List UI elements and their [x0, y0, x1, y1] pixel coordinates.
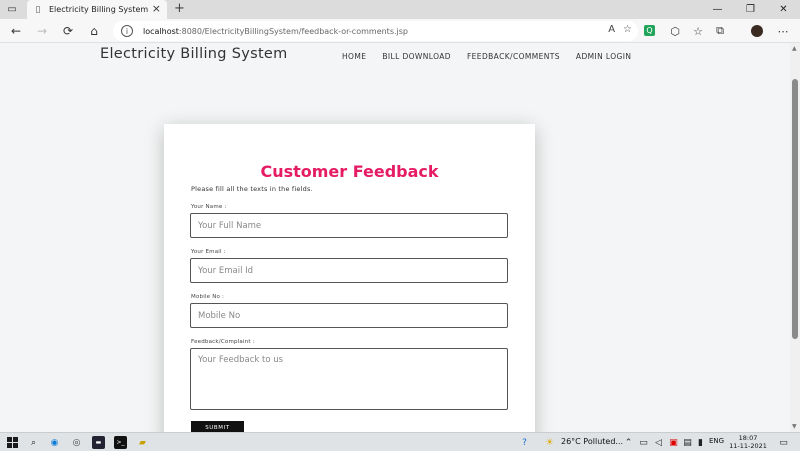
tray-overflow-icon[interactable]: ⌃	[622, 436, 635, 449]
browser-toolbar: ← → ⟳ ⌂ i localhost:8080/ElectricityBill…	[0, 19, 800, 43]
console-app-icon[interactable]: >_	[114, 436, 127, 449]
obs-app-icon[interactable]: ◎	[70, 436, 83, 449]
nav-home[interactable]: HOME	[342, 52, 366, 61]
folder-app-icon[interactable]: ▰	[136, 436, 149, 449]
mobile-label: Mobile No :	[191, 294, 225, 300]
form-subheading: Please fill all the texts in the fields.	[191, 185, 313, 193]
weather-text[interactable]: 26°C Polluted...	[561, 437, 623, 446]
tab-actions-icon[interactable]: ▭	[6, 3, 18, 15]
address-bar[interactable]: i localhost:8080/ElectricityBillingSyste…	[113, 21, 638, 41]
info-icon[interactable]: i	[121, 25, 133, 37]
extension-icon[interactable]: ⬡	[667, 23, 683, 39]
start-button[interactable]	[6, 436, 19, 449]
feedback-card: Customer Feedback Please fill all the te…	[164, 124, 535, 432]
clock[interactable]: 18:07 11-11-2021	[728, 434, 768, 450]
favorite-star-icon[interactable]: ☆	[623, 24, 632, 35]
refresh-button[interactable]: ⟳	[60, 23, 76, 39]
scroll-down-icon[interactable]: ▼	[792, 423, 797, 430]
address-actions: A ☆	[608, 24, 632, 35]
feedback-textarea[interactable]: Your Feedback to us	[190, 348, 508, 410]
clock-time: 18:07	[738, 434, 758, 442]
submit-button[interactable]: SUBMIT	[191, 421, 244, 432]
browser-tab[interactable]: ▯ Electricity Billing System ×	[27, 0, 167, 19]
feedback-label: Feedback/Complaint :	[191, 339, 255, 345]
favorites-icon[interactable]: ☆	[690, 23, 706, 39]
scroll-up-icon[interactable]: ▲	[792, 45, 797, 52]
site-title: Electricity Billing System	[100, 46, 288, 62]
notifications-icon[interactable]: ▭	[777, 436, 790, 449]
forward-button[interactable]: →	[34, 23, 50, 39]
search-icon[interactable]: ⌕	[27, 436, 40, 449]
network-icon[interactable]: ▭	[637, 436, 650, 449]
restore-button[interactable]: ❐	[734, 0, 767, 19]
volume-icon[interactable]: ◁	[652, 436, 665, 449]
taskbar: ⌕ ◉ ◎ ▬ >_ ▰ ? ☀ 26°C Polluted... ⌃ ▭ ◁ …	[0, 432, 800, 451]
url-host: localhost	[143, 26, 179, 36]
nav-bill-download[interactable]: BILL DOWNLOAD	[382, 52, 451, 61]
scroll-thumb[interactable]	[792, 79, 798, 339]
mobile-input[interactable]: Mobile No	[190, 303, 508, 328]
edge-browser-icon[interactable]: ◉	[48, 436, 61, 449]
browser-tabstrip: ▭ ▯ Electricity Billing System × + — ❐ ✕	[0, 0, 800, 19]
back-button[interactable]: ←	[8, 23, 24, 39]
profile-avatar[interactable]	[751, 25, 763, 37]
windows-logo-icon	[7, 437, 18, 448]
email-label: Your Email :	[191, 249, 226, 255]
minimize-button[interactable]: —	[701, 0, 734, 19]
help-icon[interactable]: ?	[518, 436, 531, 449]
clock-date: 11-11-2021	[729, 442, 767, 450]
page-icon: ▯	[35, 4, 41, 15]
extension-green-icon[interactable]: Q	[644, 25, 655, 36]
window-controls: — ❐ ✕	[701, 0, 800, 19]
tab-title: Electricity Billing System	[49, 5, 149, 14]
home-button[interactable]: ⌂	[86, 23, 102, 39]
read-aloud-icon[interactable]: A	[608, 24, 615, 35]
display-icon[interactable]: ▤	[681, 436, 694, 449]
weather-icon: ☀	[545, 437, 554, 448]
more-menu-icon[interactable]: ⋯	[775, 23, 791, 39]
name-label: Your Name :	[191, 204, 227, 210]
page-viewport: Electricity Billing System HOME BILL DOW…	[0, 43, 790, 432]
close-window-button[interactable]: ✕	[767, 0, 800, 19]
nav-feedback-comments[interactable]: FEEDBACK/COMMENTS	[467, 52, 560, 61]
close-tab-icon[interactable]: ×	[152, 3, 161, 15]
battery-icon[interactable]: ▮	[694, 436, 707, 449]
nav-admin-login[interactable]: ADMIN LOGIN	[576, 52, 631, 61]
site-nav: HOME BILL DOWNLOAD FEEDBACK/COMMENTS ADM…	[342, 52, 631, 61]
collections-icon[interactable]: ⧉	[712, 23, 728, 39]
url-path: :8080/ElectricityBillingSystem/feedback-…	[178, 26, 408, 36]
terminal-app-icon[interactable]: ▬	[92, 436, 105, 449]
email-input[interactable]: Your Email Id	[190, 258, 508, 283]
form-heading: Customer Feedback	[260, 162, 439, 181]
name-input[interactable]: Your Full Name	[190, 213, 508, 238]
new-tab-button[interactable]: +	[174, 1, 185, 17]
antivirus-icon[interactable]: ▣	[667, 436, 680, 449]
page-scrollbar[interactable]: ▲ ▼	[790, 43, 800, 432]
language-indicator[interactable]: ENG	[709, 437, 724, 445]
